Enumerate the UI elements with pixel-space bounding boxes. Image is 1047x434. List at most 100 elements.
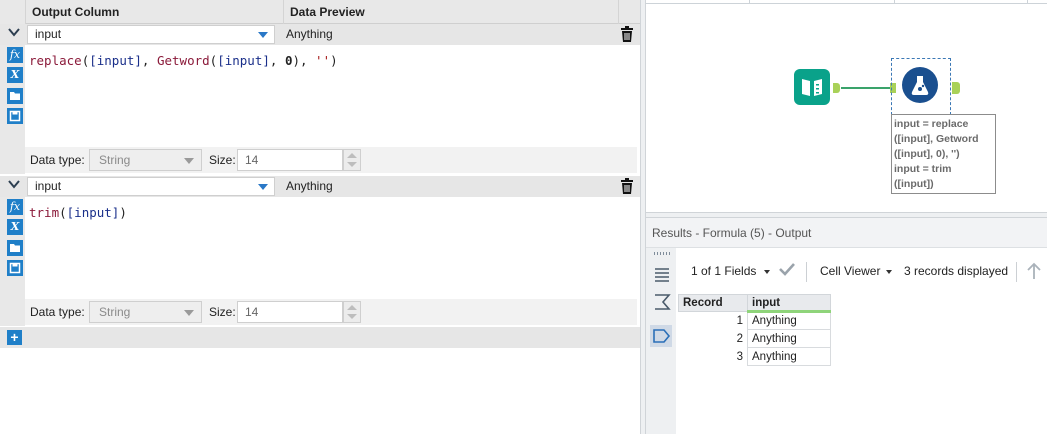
table-view-icon[interactable]	[653, 265, 671, 283]
functions-icon[interactable]: fx	[7, 47, 23, 63]
dropdown-arrow-icon	[184, 310, 194, 316]
size-input[interactable]: 14	[237, 149, 343, 171]
record-number: 2	[678, 329, 748, 348]
formula-flask-icon	[902, 67, 938, 103]
metadata-icon[interactable]	[650, 325, 672, 347]
data-type-select[interactable]: String	[89, 149, 202, 171]
size-label: Size:	[209, 153, 236, 167]
add-expression-button[interactable]: +	[7, 330, 22, 345]
output-column-select[interactable]: input	[27, 177, 275, 196]
save-icon[interactable]	[7, 260, 23, 276]
scroll-up-arrow-icon[interactable]	[1026, 262, 1042, 283]
table-header-row: Record input	[678, 294, 831, 313]
header-end	[618, 0, 640, 24]
checkmark-icon[interactable]	[778, 260, 796, 281]
size-spinner[interactable]	[343, 301, 361, 323]
text-input-tool-icon[interactable]	[794, 69, 830, 105]
tab-divider	[894, 0, 895, 4]
data-type-row: Data type: String Size: 14	[25, 147, 637, 173]
table-row[interactable]: 3 Anything	[678, 347, 831, 366]
expression-editor[interactable]: replace([input], Getword([input], 0), ''…	[25, 45, 637, 147]
output-column-value: input	[35, 179, 62, 193]
results-table: Record input 1 Anything 2 Anything 3 Any…	[678, 294, 831, 366]
size-spinner[interactable]	[343, 149, 361, 171]
code-function: Getword	[156, 53, 210, 68]
code-number: 0	[284, 53, 293, 68]
workflow-canvas[interactable]: input = replace ([input], Getword ([inpu…	[646, 0, 1047, 212]
spinner-down-icon[interactable]	[347, 162, 357, 167]
expression-code: trim([input])	[29, 205, 127, 220]
input-cell[interactable]: Anything	[747, 347, 831, 366]
expression-editor[interactable]: trim([input])	[25, 197, 637, 299]
dropdown-arrow-icon	[258, 32, 268, 38]
collapse-chevron-icon[interactable]	[6, 26, 22, 42]
fields-selector[interactable]: 1 of 1 Fields	[691, 264, 756, 278]
size-label: Size:	[209, 305, 236, 319]
size-input[interactable]: 14	[237, 301, 343, 323]
formula-config-panel: Output Column Data Preview input Anythin…	[0, 0, 640, 434]
header-data-preview[interactable]: Data Preview	[283, 0, 615, 24]
data-type-row: Data type: String Size: 14	[25, 299, 637, 325]
data-preview-value: Anything	[286, 179, 333, 193]
code-field: [input]	[217, 53, 270, 68]
table-row[interactable]: 2 Anything	[678, 329, 831, 348]
delete-expression-icon[interactable]	[620, 178, 634, 195]
data-type-label: Data type:	[30, 153, 85, 167]
formula-output-anchor-icon[interactable]	[952, 82, 960, 94]
expression-header: input Anything	[0, 176, 640, 197]
expression-toolbar: fx X	[0, 197, 25, 326]
output-column-value: input	[35, 27, 62, 41]
data-type-value: String	[99, 153, 131, 167]
record-number: 3	[678, 347, 748, 366]
variables-icon[interactable]: X	[7, 219, 23, 235]
spinner-down-icon[interactable]	[347, 314, 357, 319]
code-function: replace	[29, 53, 82, 68]
summary-icon[interactable]	[653, 293, 671, 311]
column-header-input[interactable]: input	[747, 294, 831, 313]
records-displayed: 3 records displayed	[904, 264, 1009, 278]
tab-divider	[749, 0, 750, 4]
fields-dropdown-icon[interactable]	[764, 270, 770, 274]
expression-header: input Anything	[0, 24, 640, 45]
code-function: trim	[29, 205, 60, 220]
input-cell[interactable]: Anything	[747, 311, 831, 330]
variables-icon[interactable]: X	[7, 67, 23, 83]
viewer-dropdown-icon[interactable]	[886, 270, 892, 274]
results-title: Results - Formula (5) - Output	[646, 218, 1047, 248]
code-string: ''	[315, 53, 331, 68]
delete-expression-icon[interactable]	[620, 26, 634, 43]
collapse-chevron-icon[interactable]	[6, 178, 22, 194]
add-expression-row: +	[0, 327, 640, 348]
toolbar-separator	[1016, 262, 1017, 282]
output-column-select[interactable]: input	[27, 25, 275, 44]
spinner-up-icon[interactable]	[347, 305, 357, 310]
input-cell[interactable]: Anything	[747, 329, 831, 348]
formula-tool-icon[interactable]	[891, 58, 951, 115]
header-output-column[interactable]: Output Column	[25, 0, 280, 24]
open-folder-icon[interactable]	[7, 88, 23, 104]
code-field: [input]	[89, 53, 142, 68]
data-preview-value: Anything	[286, 27, 333, 41]
functions-icon[interactable]: fx	[7, 199, 23, 215]
expression-block: input Anything fx X replace([input], Get…	[0, 24, 640, 174]
tool-annotation: input = replace ([input], Getword ([inpu…	[891, 114, 996, 194]
results-window: Results - Formula (5) - Output 1 of 1 Fi…	[646, 218, 1047, 434]
save-icon[interactable]	[7, 108, 23, 124]
results-toolbar: 1 of 1 Fields Cell Viewer 3 records disp…	[676, 248, 1047, 290]
output-anchor-icon[interactable]	[833, 83, 840, 93]
spinner-up-icon[interactable]	[347, 153, 357, 158]
tab-divider	[1027, 0, 1028, 4]
open-folder-icon[interactable]	[7, 240, 23, 256]
column-header-record[interactable]: Record	[678, 294, 748, 312]
record-number: 1	[678, 311, 748, 330]
table-row[interactable]: 1 Anything	[678, 311, 831, 330]
grip-icon[interactable]	[654, 252, 670, 255]
cell-viewer-selector[interactable]: Cell Viewer	[820, 264, 880, 278]
data-type-label: Data type:	[30, 305, 85, 319]
code-field: [input]	[66, 205, 120, 220]
connection-line[interactable]	[841, 87, 894, 89]
data-type-select[interactable]: String	[89, 301, 202, 323]
expression-toolbar: fx X	[0, 45, 25, 174]
formula-header-row: Output Column Data Preview	[0, 0, 640, 24]
toolbar-separator	[806, 262, 807, 282]
